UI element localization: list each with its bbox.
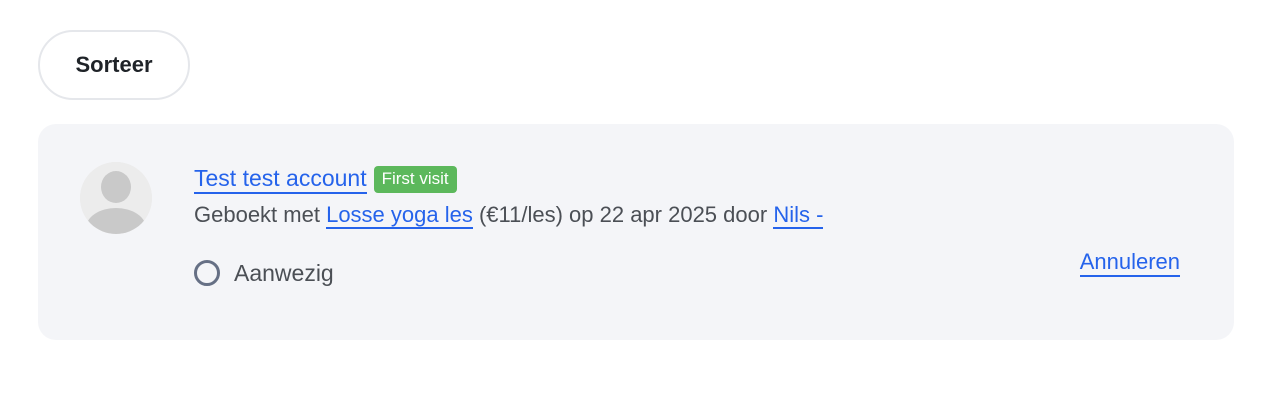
booked-by-link[interactable]: Nils - xyxy=(773,202,824,229)
sort-button[interactable]: Sorteer xyxy=(38,30,190,100)
class-link[interactable]: Losse yoga les xyxy=(326,202,473,229)
attendance-label: Aanwezig xyxy=(234,260,334,286)
cancel-link[interactable]: Annuleren xyxy=(1079,248,1180,277)
radio-unchecked-icon[interactable] xyxy=(194,260,220,286)
name-row: Test test account First visit xyxy=(194,164,457,194)
attendance-toggle[interactable]: Aanwezig xyxy=(194,258,334,288)
member-name-link[interactable]: Test test account xyxy=(194,165,367,194)
booked-with-text: Geboekt met xyxy=(194,202,327,227)
user-placeholder-icon xyxy=(80,162,152,234)
avatar xyxy=(80,162,152,234)
page: Sorteer Test test account First visit Ge… xyxy=(0,0,1278,396)
booking-card: Test test account First visit Geboekt me… xyxy=(38,124,1234,340)
booking-details: Geboekt met Losse yoga les (€11/les) op … xyxy=(194,200,824,230)
price-date-text: (€11/les) op 22 apr 2025 door xyxy=(472,202,774,227)
first-visit-badge: First visit xyxy=(373,165,457,193)
